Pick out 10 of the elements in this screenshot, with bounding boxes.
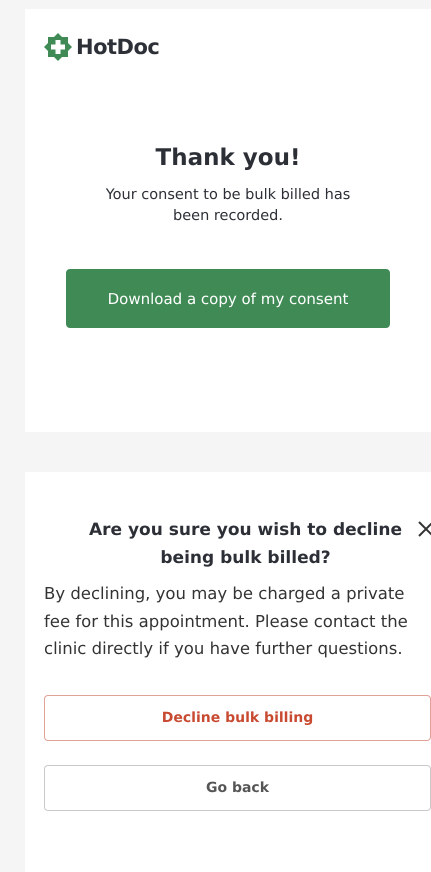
close-icon[interactable] xyxy=(417,520,431,538)
confirmation-message: Your consent to be bulk billed has been recorded. xyxy=(104,186,352,226)
dialog-title: Are you sure you wish to decline being bulk billed? xyxy=(88,519,404,570)
dialog-body: By declining, you may be charged a private fee for this appointment. Please contact the clinic directly if you have further questions. xyxy=(44,583,409,660)
decline-button[interactable]: Decline bulk billing xyxy=(44,694,431,740)
brand-name: HotDoc xyxy=(76,35,160,59)
thank-you-title: Thank you! xyxy=(156,145,300,171)
go-back-button[interactable]: Go back xyxy=(44,764,431,810)
download-consent-button[interactable]: Download a copy of my consent xyxy=(66,269,390,328)
cross-logo-icon xyxy=(44,33,72,61)
